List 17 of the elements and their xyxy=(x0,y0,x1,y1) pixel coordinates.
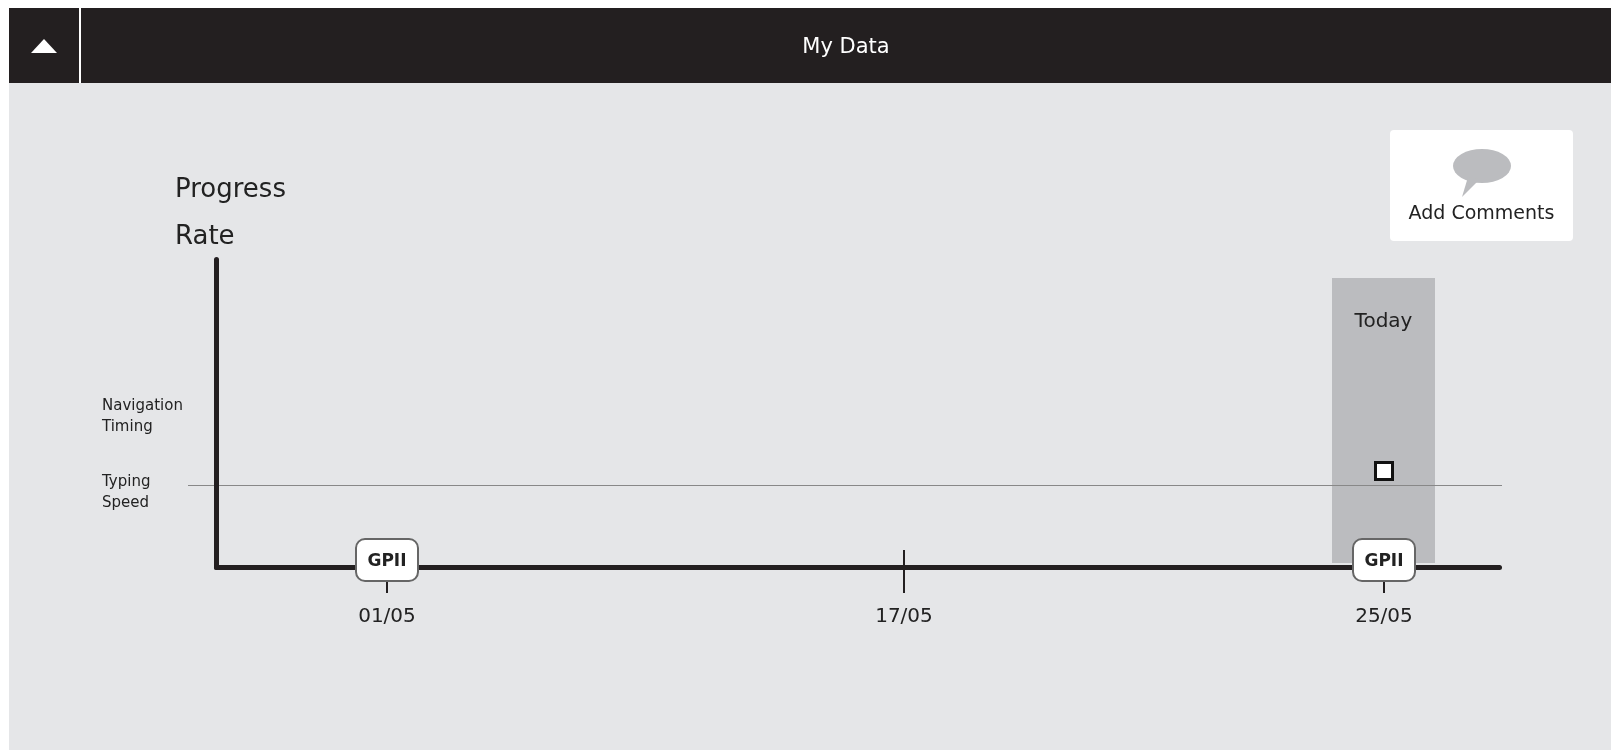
row-label: Typing Speed xyxy=(102,471,152,513)
today-label: Today xyxy=(1354,308,1413,334)
y-axis-title: Progress Rate xyxy=(175,172,287,252)
axis-tick xyxy=(1383,582,1385,593)
axis-tick xyxy=(386,582,388,593)
up-triangle-icon xyxy=(31,38,57,53)
date-label: 01/05 xyxy=(357,603,417,627)
page-title: My Data xyxy=(802,33,890,58)
marker-tag[interactable]: GPII xyxy=(355,538,419,582)
axis-tick xyxy=(903,550,905,593)
marker-tag[interactable]: GPII xyxy=(1352,538,1416,582)
date-label: 25/05 xyxy=(1354,603,1414,627)
speech-bubble-icon xyxy=(1451,148,1512,197)
row-label: Navigation Timing xyxy=(102,395,182,437)
add-comments-button[interactable]: Add Comments xyxy=(1390,130,1573,241)
date-label: 17/05 xyxy=(874,603,934,627)
data-point[interactable] xyxy=(1374,461,1394,481)
